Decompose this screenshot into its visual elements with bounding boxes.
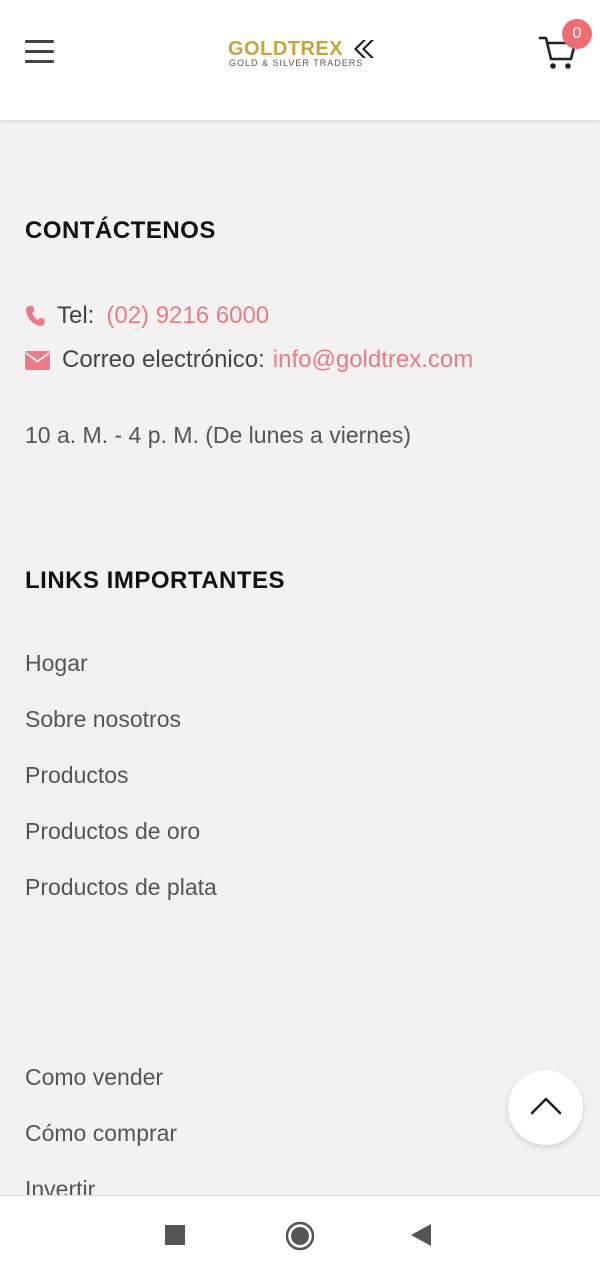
square-icon — [165, 1225, 185, 1245]
nav-home-button[interactable] — [285, 1221, 315, 1256]
logo-wordmark: GOLDTREX — [228, 38, 344, 60]
nav-back-button[interactable] — [411, 1224, 431, 1251]
link-como-vender[interactable]: Como vender — [25, 1064, 163, 1091]
page: GOLDTREX GOLD & SILVER TRADERS 0 CONTÁCT… — [0, 0, 600, 1274]
circle-icon — [285, 1221, 315, 1251]
tel-label: Tel: — [57, 302, 95, 329]
email-row: Correo electrónico: info@goldtrex.com — [25, 346, 473, 374]
logo-arrows-icon — [354, 40, 374, 58]
triangle-back-icon — [411, 1224, 431, 1246]
link-como-comprar[interactable]: Cómo comprar — [25, 1120, 177, 1147]
site-logo[interactable]: GOLDTREX GOLD & SILVER TRADERS — [228, 38, 378, 72]
hamburger-menu-icon[interactable] — [25, 40, 54, 64]
phone-icon — [26, 306, 45, 326]
links-section-title: LINKS IMPORTANTES — [25, 567, 286, 594]
logo-tagline: GOLD & SILVER TRADERS — [229, 58, 364, 68]
scroll-to-top-button[interactable] — [508, 1070, 583, 1145]
chevron-up-icon — [530, 1097, 562, 1115]
business-hours: 10 a. M. - 4 p. M. (De lunes a viernes) — [25, 422, 412, 448]
link-productos-de-plata[interactable]: Productos de plata — [25, 874, 217, 901]
link-productos-de-oro[interactable]: Productos de oro — [25, 818, 200, 845]
link-sobre-nosotros[interactable]: Sobre nosotros — [25, 706, 181, 733]
envelope-icon — [25, 350, 50, 370]
cart-count-badge: 0 — [562, 19, 592, 49]
link-hogar[interactable]: Hogar — [25, 650, 88, 677]
contact-section-title: CONTÁCTENOS — [25, 217, 216, 244]
system-navigation-bar — [0, 1195, 600, 1274]
phone-row: Tel: (02) 9216 6000 — [25, 302, 269, 330]
tel-link[interactable]: (02) 9216 6000 — [106, 302, 269, 330]
email-label: Correo electrónico: — [62, 346, 265, 373]
nav-recents-button[interactable] — [165, 1225, 185, 1250]
email-link[interactable]: info@goldtrex.com — [273, 346, 473, 374]
link-productos[interactable]: Productos — [25, 762, 129, 789]
site-header: GOLDTREX GOLD & SILVER TRADERS 0 — [0, 0, 600, 120]
